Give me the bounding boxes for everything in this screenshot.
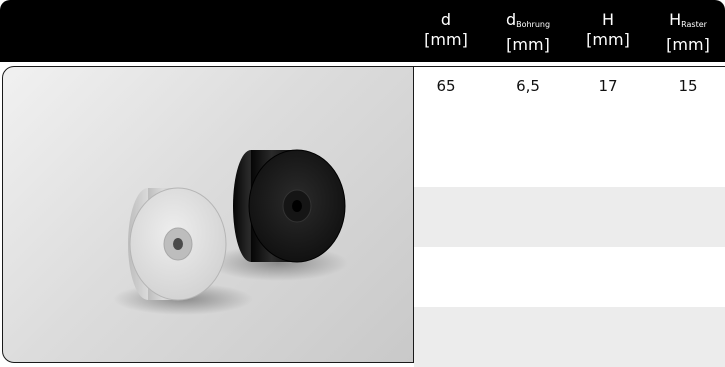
spacer-discs-illustration bbox=[113, 149, 348, 315]
table-row: 65 6,5 17 15 bbox=[414, 67, 725, 127]
product-photo bbox=[2, 66, 414, 363]
cell-h-raster: 15 bbox=[678, 77, 698, 95]
column-header-d-unit: [mm] bbox=[424, 30, 468, 49]
black-spacer-disc bbox=[233, 149, 346, 263]
grey-spacer-disc bbox=[128, 187, 227, 301]
table-row-empty bbox=[414, 127, 725, 187]
column-header-h-raster: HRaster [mm] bbox=[656, 10, 720, 55]
table-row-empty bbox=[414, 247, 725, 307]
cell-d-bohrung: 6,5 bbox=[516, 77, 540, 95]
column-header-h-raster-subscript: Raster bbox=[681, 20, 707, 29]
cell-h: 17 bbox=[598, 77, 618, 95]
column-header-d-bohrung-symbol: d bbox=[505, 10, 517, 29]
column-header-d-bohrung-subscript: Bohrung bbox=[516, 20, 551, 29]
table-row-empty-shaded bbox=[414, 187, 725, 247]
column-header-h-symbol: H bbox=[601, 10, 615, 29]
table-header: d [mm] dBohrung [mm] H [mm] HRaster [mm] bbox=[0, 0, 725, 62]
column-header-h-raster-unit: [mm] bbox=[666, 35, 710, 54]
column-header-h: H [mm] bbox=[576, 10, 640, 50]
column-header-d-bohrung-unit: [mm] bbox=[506, 35, 550, 54]
column-header-d: d [mm] bbox=[414, 10, 478, 50]
spec-table-body: 65 6,5 17 15 bbox=[414, 66, 725, 367]
table-row-empty-shaded bbox=[414, 307, 725, 367]
cell-d: 65 bbox=[436, 77, 456, 95]
column-header-d-bohrung: dBohrung [mm] bbox=[496, 10, 560, 55]
column-header-d-symbol: d bbox=[440, 10, 452, 29]
column-header-h-unit: [mm] bbox=[586, 30, 630, 49]
column-header-h-raster-symbol: H bbox=[669, 10, 682, 29]
